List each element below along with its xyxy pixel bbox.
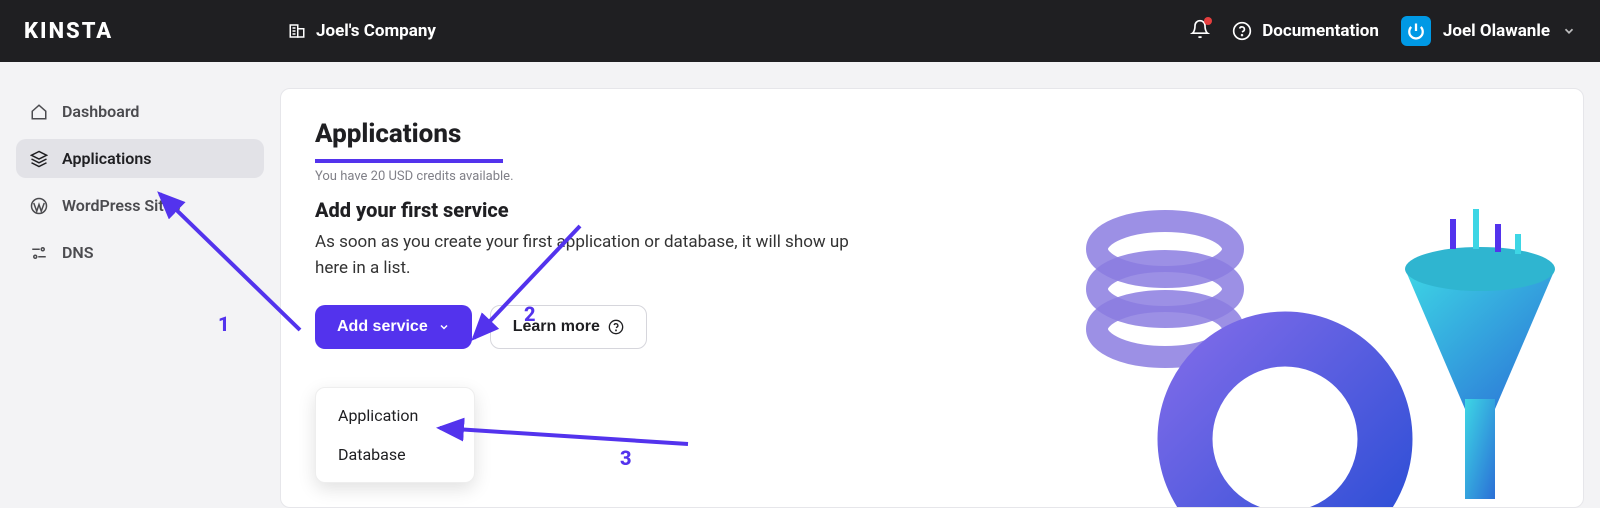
title-underline	[315, 159, 503, 163]
user-name: Joel Olawanle	[1443, 21, 1550, 41]
sidebar-item-label: DNS	[62, 243, 94, 262]
notification-dot	[1204, 17, 1212, 25]
logo: KINSTA	[24, 19, 288, 44]
page-title: Applications	[315, 119, 1549, 149]
help-icon	[608, 319, 624, 335]
add-service-dropdown: Application Database	[315, 387, 475, 483]
company-name: Joel's Company	[316, 21, 436, 41]
dns-icon	[30, 244, 48, 262]
main-area: Applications You have 20 USD credits ava…	[280, 62, 1600, 508]
documentation-link[interactable]: Documentation	[1232, 21, 1379, 41]
learn-more-label: Learn more	[513, 318, 600, 336]
description: As soon as you create your first applica…	[315, 230, 875, 281]
sidebar-item-applications[interactable]: Applications	[16, 139, 264, 178]
sidebar-item-label: Dashboard	[62, 102, 139, 121]
company-icon	[288, 22, 306, 40]
hero-illustration	[1055, 179, 1575, 508]
company-selector[interactable]: Joel's Company	[288, 21, 436, 41]
home-icon	[30, 103, 48, 121]
avatar	[1401, 16, 1431, 46]
wordpress-icon	[30, 197, 48, 215]
help-icon	[1232, 21, 1252, 41]
sidebar-item-label: Applications	[62, 149, 151, 168]
add-service-label: Add service	[337, 318, 428, 336]
chevron-down-icon	[1562, 24, 1576, 38]
chevron-down-icon	[438, 321, 450, 333]
sidebar-item-wordpress[interactable]: WordPress Sites	[16, 186, 264, 225]
layers-icon	[30, 150, 48, 168]
learn-more-button[interactable]: Learn more	[490, 305, 647, 349]
panel: Applications You have 20 USD credits ava…	[280, 88, 1584, 508]
sidebar-item-dns[interactable]: DNS	[16, 233, 264, 272]
documentation-label: Documentation	[1262, 21, 1379, 41]
dropdown-item-application[interactable]: Application	[316, 396, 474, 435]
power-icon	[1407, 22, 1425, 40]
dropdown-item-database[interactable]: Database	[316, 435, 474, 474]
add-service-button[interactable]: Add service	[315, 305, 472, 349]
sidebar: Dashboard Applications WordPress Sites D…	[0, 62, 280, 508]
notifications-button[interactable]	[1190, 19, 1210, 43]
sidebar-item-label: WordPress Sites	[62, 196, 181, 215]
sidebar-item-dashboard[interactable]: Dashboard	[16, 92, 264, 131]
topbar: KINSTA Joel's Company Documentation	[0, 0, 1600, 62]
user-menu[interactable]: Joel Olawanle	[1401, 16, 1576, 46]
